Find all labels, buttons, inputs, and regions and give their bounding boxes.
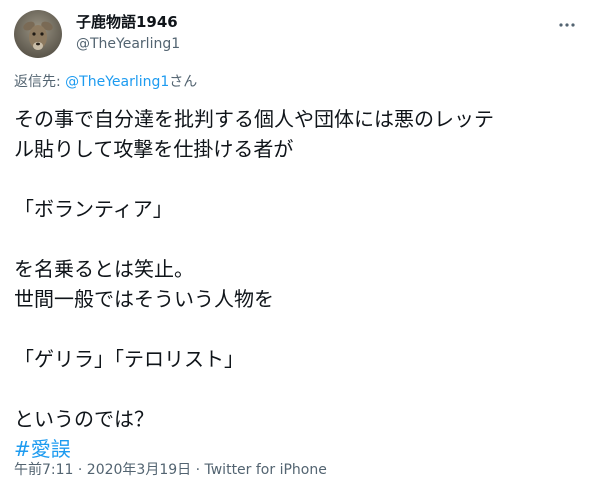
- tweet-meta: 午前7:11 · 2020年3月19日 · Twitter for iPhone: [14, 460, 327, 480]
- tweet-text-line: [14, 374, 580, 404]
- author-names: 子鹿物語1946 @TheYearling1: [76, 12, 180, 54]
- more-options-button[interactable]: [557, 16, 577, 34]
- deer-photo-avatar-icon: [14, 10, 62, 58]
- author-display-name[interactable]: 子鹿物語1946: [76, 12, 180, 32]
- avatar[interactable]: [14, 10, 62, 58]
- tweet-header: 子鹿物語1946 @TheYearling1: [14, 10, 591, 58]
- reply-context: 返信先: @TheYearling1さん: [14, 72, 197, 92]
- reply-suffix: さん: [169, 74, 198, 90]
- author-handle[interactable]: @TheYearling1: [76, 34, 180, 54]
- tweet-text-line: [14, 314, 580, 344]
- tweet-text-line: 「ゲリラ」「テロリスト」: [14, 347, 244, 371]
- tweet-text: その事で自分達を批判する個人や団体には悪のレッテ ル貼りして攻撃を仕掛ける者が …: [14, 104, 580, 464]
- reply-mention-link[interactable]: @TheYearling1: [65, 74, 169, 90]
- reply-prefix: 返信先:: [14, 74, 66, 90]
- meta-separator: ·: [191, 462, 205, 478]
- tweet-text-line: その事で自分達を批判する個人や団体には悪のレッテ: [14, 107, 494, 131]
- tweet-text-line: ル貼りして攻撃を仕掛ける者が: [14, 137, 294, 161]
- source-link[interactable]: Twitter for iPhone: [205, 462, 327, 478]
- tweet-text-line: というのでは？: [14, 407, 154, 431]
- tweet-text-line: [14, 224, 580, 254]
- tweet-text-line: [14, 164, 580, 194]
- tweet-text-line: を名乗るとは笑止。: [14, 257, 194, 281]
- tweet-text-line: 「ボランティア」: [14, 197, 173, 221]
- tweet-card: 子鹿物語1946 @TheYearling1 返信先: @TheYearling…: [0, 0, 591, 486]
- more-dots-icon: [559, 23, 575, 27]
- timestamp-link[interactable]: 午前7:11 · 2020年3月19日: [14, 462, 191, 478]
- tweet-text-line: 世間一般ではそういう人物を: [14, 287, 274, 311]
